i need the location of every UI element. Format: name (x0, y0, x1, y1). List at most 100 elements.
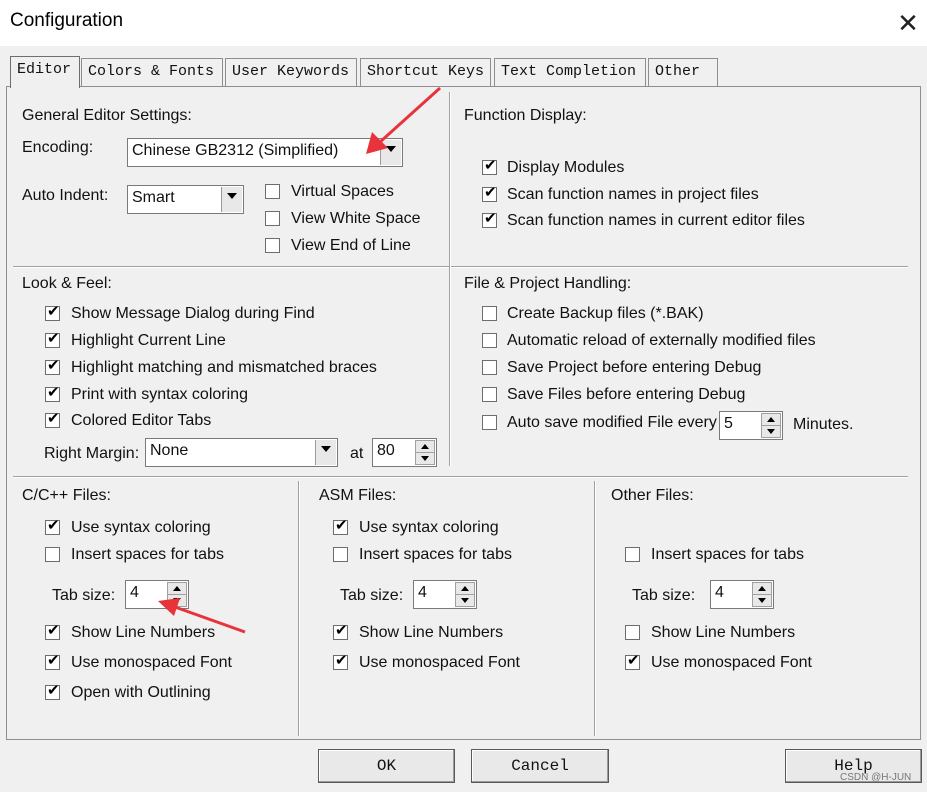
asm-tab-size-value: 4 (418, 584, 427, 601)
auto-save-minutes-spinner[interactable]: 5 (719, 411, 783, 440)
scan-project-files-checkbox[interactable]: ✔ (482, 184, 497, 202)
auto-save-checkbox[interactable] (482, 415, 497, 430)
section-divider (13, 476, 908, 478)
right-margin-select[interactable]: None (145, 438, 338, 467)
checkbox-label: Insert spaces for tabs (651, 546, 804, 563)
cancel-button[interactable]: Cancel (471, 749, 609, 783)
minutes-label: Minutes. (793, 416, 854, 433)
section-divider (594, 481, 596, 736)
ok-button[interactable]: OK (318, 749, 455, 783)
automatic-reload-checkbox[interactable] (482, 333, 497, 348)
virtual-spaces-checkbox[interactable] (265, 184, 280, 199)
auto-indent-value: Smart (132, 189, 175, 206)
look-feel-heading: Look & Feel: (22, 275, 112, 292)
checkbox-label: Save Files before entering Debug (507, 386, 746, 403)
other-files-heading: Other Files: (611, 487, 694, 504)
cpp-tab-size-value: 4 (130, 584, 139, 601)
other-monospaced-checkbox[interactable]: ✔ (625, 652, 640, 670)
print-syntax-coloring-checkbox[interactable]: ✔ (45, 384, 60, 402)
right-margin-value: None (150, 442, 189, 459)
encoding-value: Chinese GB2312 (Simplified) (132, 142, 339, 159)
chevron-down-icon[interactable] (315, 440, 336, 465)
checkbox-label: Save Project before entering Debug (507, 359, 762, 376)
checkbox-label: Create Backup files (*.BAK) (507, 305, 704, 322)
highlight-braces-checkbox[interactable]: ✔ (45, 357, 60, 375)
tab-other[interactable]: Other (648, 58, 718, 86)
asm-line-numbers-checkbox[interactable]: ✔ (333, 622, 348, 640)
spin-down-icon[interactable] (455, 594, 475, 607)
view-end-of-line-checkbox[interactable] (265, 238, 280, 253)
auto-save-minutes-value: 5 (724, 415, 733, 432)
spin-down-icon[interactable] (415, 452, 435, 465)
checkbox-label: View White Space (291, 210, 421, 227)
tab-shortcut-keys[interactable]: Shortcut Keys (360, 58, 491, 86)
right-margin-spinner-value: 80 (377, 442, 395, 459)
chevron-down-icon[interactable] (380, 140, 401, 165)
checkbox-label: Show Message Dialog during Find (71, 305, 315, 322)
checkbox-label: Show Line Numbers (359, 624, 504, 641)
general-settings-heading: General Editor Settings: (22, 107, 192, 124)
cpp-syntax-coloring-checkbox[interactable]: ✔ (45, 517, 60, 535)
tab-editor[interactable]: Editor (10, 56, 80, 88)
create-backup-checkbox[interactable] (482, 306, 497, 321)
checkbox-label: Use syntax coloring (359, 519, 499, 536)
asm-monospaced-checkbox[interactable]: ✔ (333, 652, 348, 670)
close-icon[interactable]: ✕ (893, 8, 923, 38)
tab-colors-fonts[interactable]: Colors & Fonts (81, 58, 223, 86)
scan-editor-files-checkbox[interactable]: ✔ (482, 210, 497, 228)
asm-syntax-coloring-checkbox[interactable]: ✔ (333, 517, 348, 535)
title-bar: Configuration ✕ (0, 0, 927, 46)
checkbox-label: Automatic reload of externally modified … (507, 332, 816, 349)
spin-down-icon[interactable] (761, 425, 781, 438)
section-divider (449, 92, 451, 466)
encoding-select[interactable]: Chinese GB2312 (Simplified) (127, 138, 403, 167)
tab-text-completion[interactable]: Text Completion (494, 58, 646, 86)
checkbox-label: Use monospaced Font (359, 654, 520, 671)
watermark: CSDN @H-JUN (840, 772, 912, 783)
cpp-monospaced-checkbox[interactable]: ✔ (45, 652, 60, 670)
checkbox-label: Auto save modified File every (507, 414, 717, 431)
checkbox-label: Display Modules (507, 159, 625, 176)
file-project-heading: File & Project Handling: (464, 275, 632, 292)
checkbox-label: Highlight Current Line (71, 332, 226, 349)
spin-down-icon[interactable] (752, 594, 772, 607)
tab-user-keywords[interactable]: User Keywords (225, 58, 357, 86)
cpp-line-numbers-checkbox[interactable]: ✔ (45, 622, 60, 640)
save-project-debug-checkbox[interactable] (482, 360, 497, 375)
cpp-outlining-checkbox[interactable]: ✔ (45, 682, 60, 700)
checkbox-label: Print with syntax coloring (71, 386, 248, 403)
cpp-insert-spaces-checkbox[interactable] (45, 547, 60, 562)
asm-files-heading: ASM Files: (319, 487, 397, 504)
checkbox-label: Virtual Spaces (291, 183, 394, 200)
checkbox-label: View End of Line (291, 237, 411, 254)
section-divider (298, 481, 300, 736)
function-display-heading: Function Display: (464, 107, 587, 124)
chevron-down-icon[interactable] (221, 187, 242, 212)
show-message-dialog-checkbox[interactable]: ✔ (45, 303, 60, 321)
checkbox-label: Scan function names in project files (507, 186, 759, 203)
other-insert-spaces-checkbox[interactable] (625, 547, 640, 562)
section-divider (13, 266, 908, 268)
cpp-tab-size-spinner[interactable]: 4 (125, 580, 189, 609)
view-white-space-checkbox[interactable] (265, 211, 280, 226)
save-files-debug-checkbox[interactable] (482, 387, 497, 402)
asm-insert-spaces-checkbox[interactable] (333, 547, 348, 562)
other-line-numbers-checkbox[interactable] (625, 625, 640, 640)
highlight-current-line-checkbox[interactable]: ✔ (45, 330, 60, 348)
auto-indent-select[interactable]: Smart (127, 185, 244, 214)
cpp-files-heading: C/C++ Files: (22, 487, 111, 504)
checkbox-label: Use monospaced Font (71, 654, 232, 671)
right-margin-label: Right Margin: (44, 445, 140, 462)
spin-down-icon[interactable] (167, 594, 187, 607)
checkbox-label: Use syntax coloring (71, 519, 211, 536)
checkbox-label: Show Line Numbers (651, 624, 796, 641)
asm-tab-size-spinner[interactable]: 4 (413, 580, 477, 609)
other-tab-size-value: 4 (715, 584, 724, 601)
other-tab-size-spinner[interactable]: 4 (710, 580, 774, 609)
checkbox-label: Insert spaces for tabs (359, 546, 512, 563)
checkbox-label: Insert spaces for tabs (71, 546, 224, 563)
colored-editor-tabs-checkbox[interactable]: ✔ (45, 410, 60, 428)
tab-size-label: Tab size: (340, 587, 404, 604)
display-modules-checkbox[interactable]: ✔ (482, 157, 497, 175)
right-margin-spinner[interactable]: 80 (372, 438, 437, 467)
